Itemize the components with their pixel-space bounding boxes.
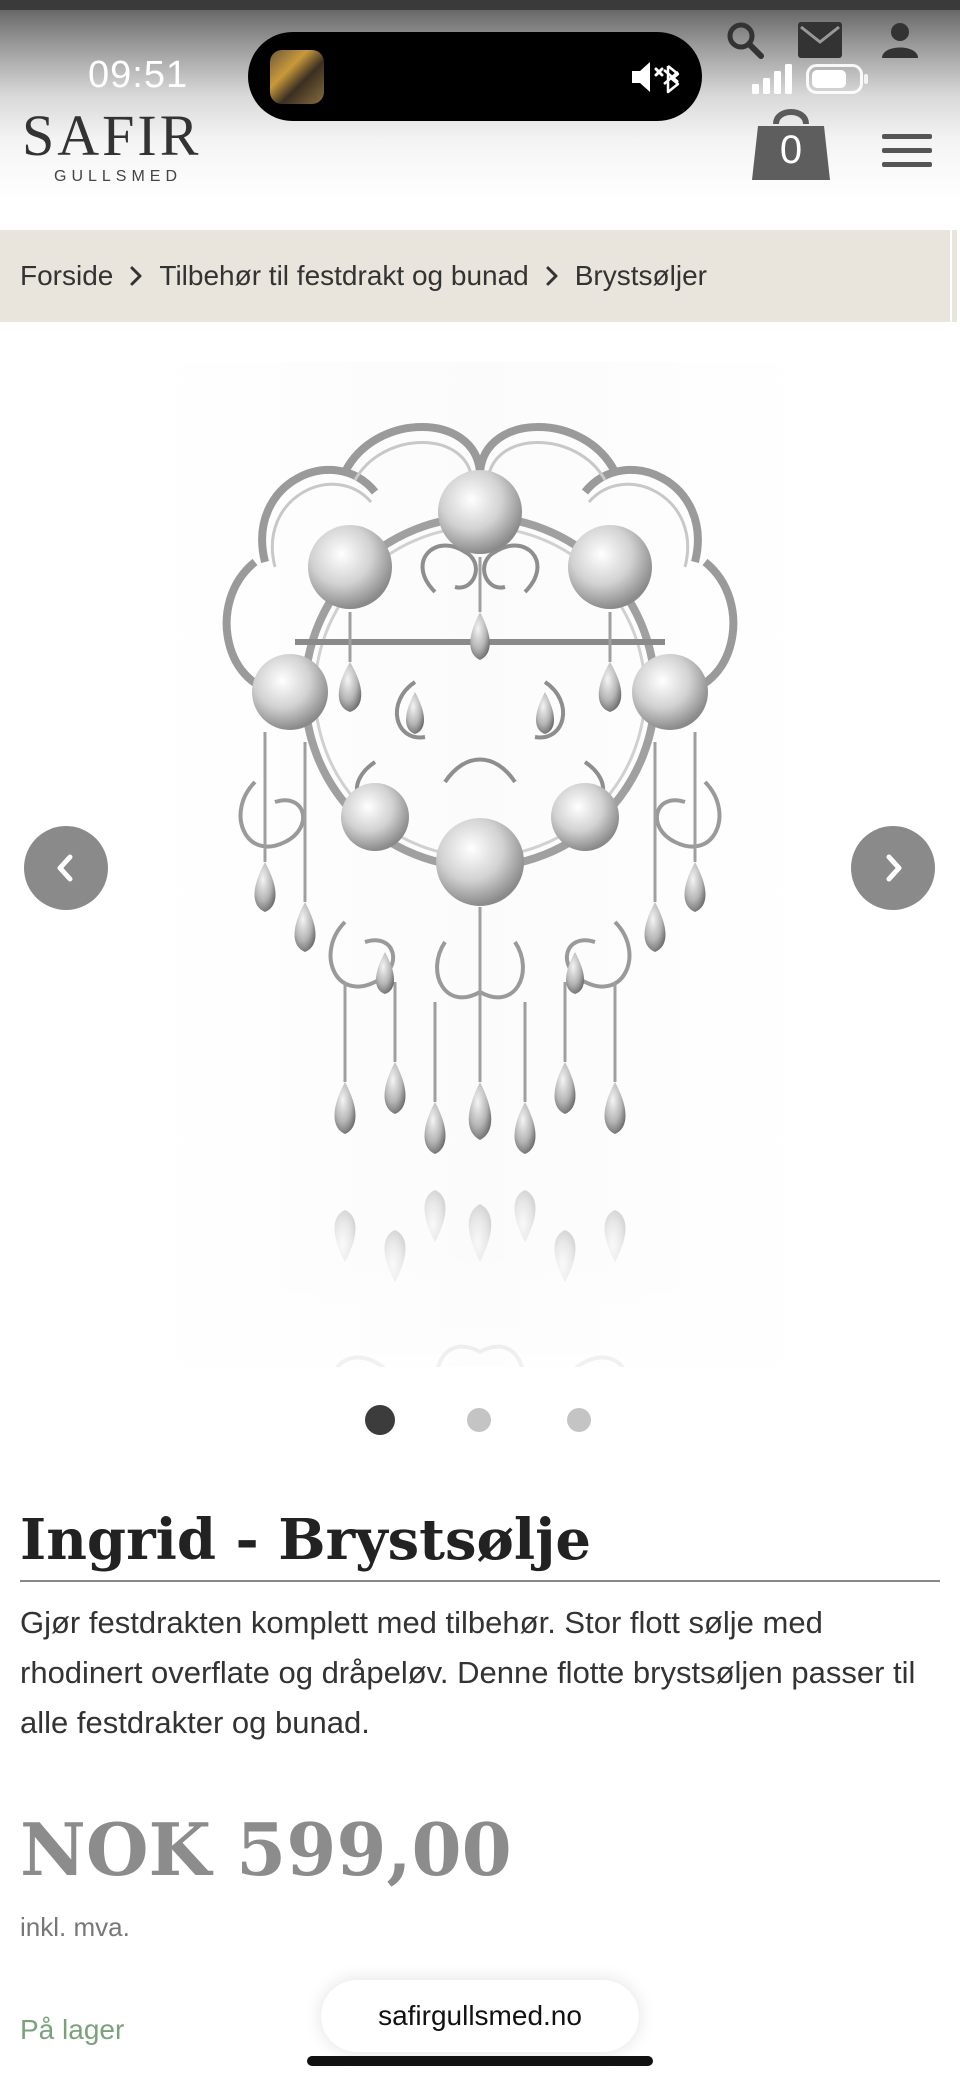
battery-icon: [806, 64, 868, 94]
menu-icon[interactable]: [882, 134, 932, 168]
product-image[interactable]: [145, 362, 815, 1424]
stock-status: På lager: [20, 2014, 125, 2045]
product-description: Gjør festdrakten komplett med tilbehør. …: [20, 1605, 916, 1740]
status-bar-edge: [0, 0, 960, 10]
dynamic-island[interactable]: [248, 32, 702, 121]
vat-note: inkl. mva.: [20, 1912, 130, 1942]
product-price: NOK 599,00: [20, 1807, 512, 1892]
logo-tagline: GULLSMED: [54, 168, 183, 185]
now-playing-artwork: [270, 50, 324, 104]
cart-count: 0: [779, 128, 803, 172]
title-divider: [20, 1580, 940, 1582]
cellular-signal-icon: [752, 64, 792, 94]
home-indicator[interactable]: [307, 2056, 653, 2066]
chevron-right-icon: [886, 854, 902, 882]
cart-button[interactable]: 0: [750, 102, 832, 182]
user-icon[interactable]: [880, 20, 920, 60]
breadcrumb-current[interactable]: Brystsøljer: [575, 260, 707, 292]
product-title: Ingrid - Brystsølje: [20, 1507, 592, 1573]
silent-bluetooth-icon: [632, 62, 680, 94]
gallery-dot-1[interactable]: [365, 1405, 395, 1435]
chevron-left-icon: [57, 854, 73, 882]
breadcrumb-home[interactable]: Forside: [20, 260, 113, 292]
gallery-next-button[interactable]: [851, 826, 935, 910]
chevron-right-icon: [546, 266, 558, 286]
gallery-dot-3[interactable]: [567, 1408, 591, 1432]
gallery-prev-button[interactable]: [24, 826, 108, 910]
brooch-image: [145, 423, 815, 1424]
search-icon[interactable]: [725, 20, 765, 60]
chevron-right-icon: [130, 266, 142, 286]
site-header: 09:51 SAFIR GULLSMED 0: [0, 0, 960, 230]
browser-address-bar[interactable]: safirgullsmed.no: [321, 1980, 639, 2052]
mail-icon[interactable]: [798, 22, 842, 58]
gallery-dot-2[interactable]: [467, 1408, 491, 1432]
status-time: 09:51: [88, 54, 189, 96]
breadcrumb-category[interactable]: Tilbehør til festdrakt og bunad: [159, 260, 528, 292]
scrollbar-edge: [950, 230, 960, 322]
gallery-pagination: [0, 1396, 960, 1436]
breadcrumb: Forside Tilbehør til festdrakt og bunad …: [0, 230, 950, 322]
site-logo[interactable]: SAFIR GULLSMED: [22, 103, 222, 186]
logo-wordmark: SAFIR: [22, 103, 202, 168]
